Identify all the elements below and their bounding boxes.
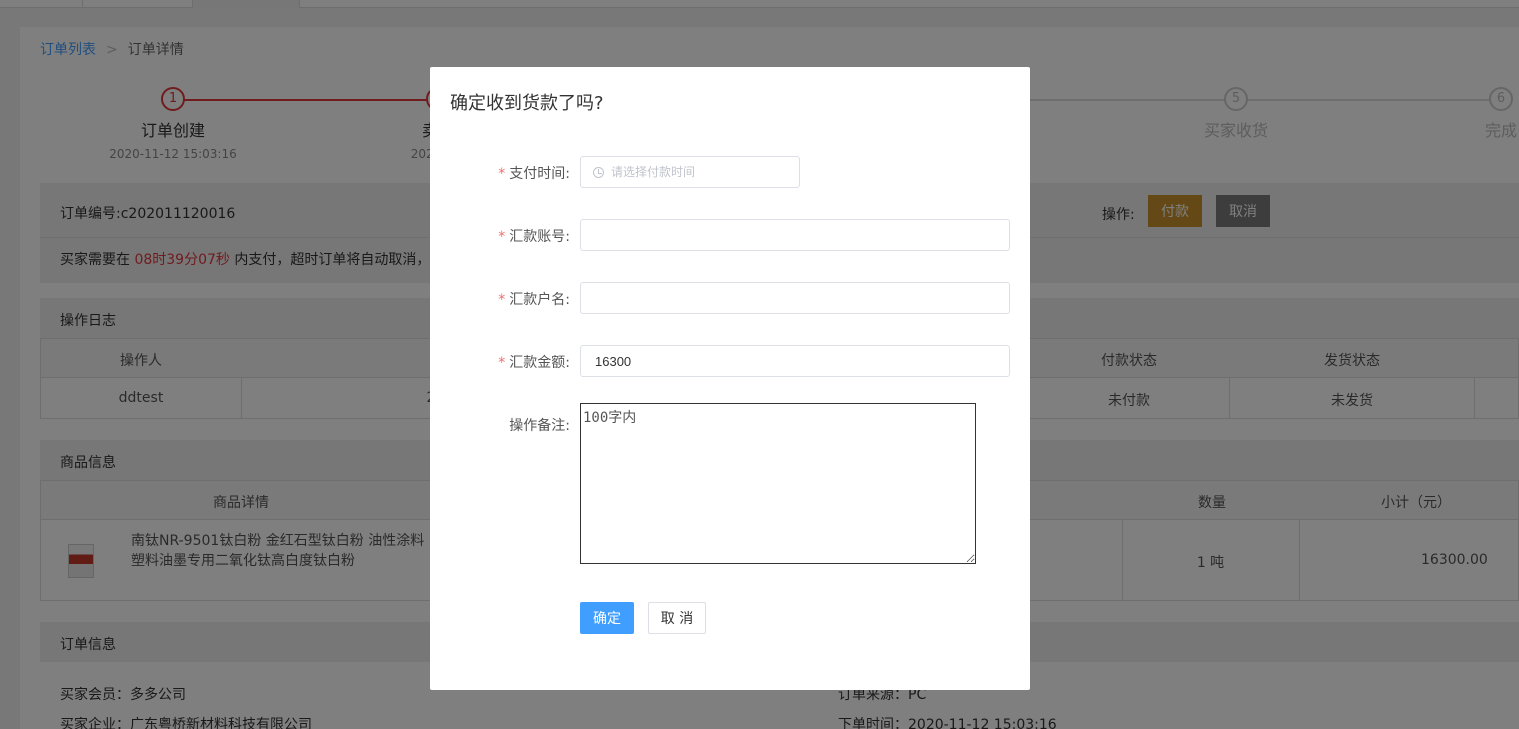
required-mark: * xyxy=(498,229,506,245)
clock-icon xyxy=(593,167,604,178)
account-name-label-text: 汇款户名: xyxy=(509,292,570,308)
account-number-input[interactable] xyxy=(580,219,1010,251)
dialog-title: 确定收到货款了吗? xyxy=(450,93,604,114)
account-name-label: * 汇款户名: xyxy=(430,289,570,309)
account-label: * 汇款账号: xyxy=(430,226,570,246)
amount-input[interactable] xyxy=(580,345,1010,377)
required-mark: * xyxy=(498,292,506,308)
remark-label: 操作备注: xyxy=(509,418,570,434)
account-name-input[interactable] xyxy=(580,282,1010,314)
dialog-cancel-button[interactable]: 取 消 xyxy=(648,602,706,634)
pay-time-label: * 支付时间: xyxy=(430,163,570,183)
pay-time-placeholder: 请选择付款时间 xyxy=(611,165,696,179)
amount-label: * 汇款金额: xyxy=(430,352,570,372)
pay-time-picker[interactable]: 请选择付款时间 xyxy=(580,156,800,188)
required-mark: * xyxy=(498,166,506,182)
confirm-payment-dialog: 确定收到货款了吗? * 支付时间: 请选择付款时间 * 汇款账号: * 汇款户名: *… xyxy=(430,67,1030,690)
confirm-button[interactable]: 确定 xyxy=(580,602,634,634)
remark-textarea[interactable] xyxy=(580,403,976,564)
pay-time-label-text: 支付时间: xyxy=(509,166,570,182)
account-label-text: 汇款账号: xyxy=(509,229,570,245)
required-mark: * xyxy=(498,355,506,371)
amount-label-text: 汇款金额: xyxy=(509,355,570,371)
